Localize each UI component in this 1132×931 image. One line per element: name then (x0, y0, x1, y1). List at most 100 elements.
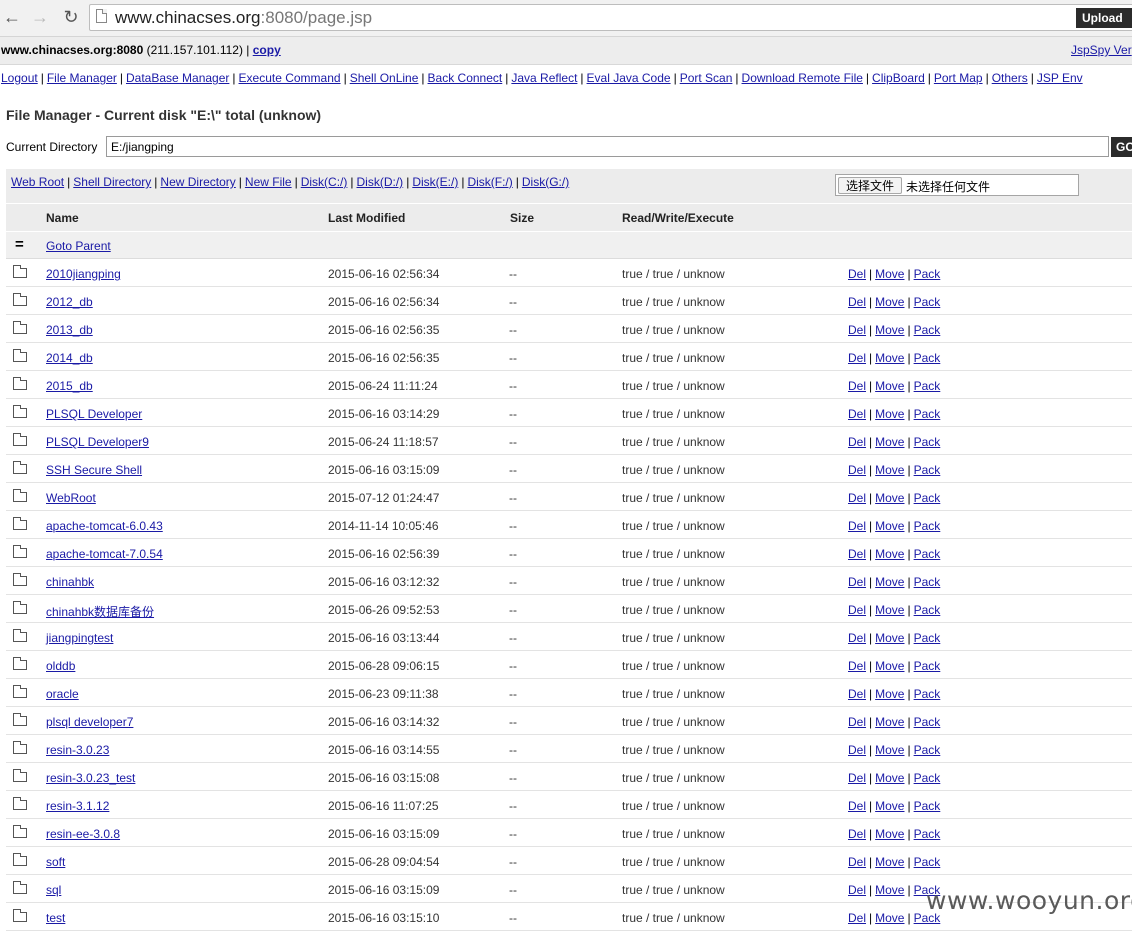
nav-link-clipboard[interactable]: ClipBoard (872, 71, 925, 85)
pack-link[interactable]: Pack (914, 575, 941, 589)
quick-link-disk-e[interactable]: Disk(E:/) (412, 175, 458, 189)
del-link[interactable]: Del (848, 799, 866, 813)
pack-link[interactable]: Pack (914, 351, 941, 365)
move-link[interactable]: Move (875, 575, 904, 589)
move-link[interactable]: Move (875, 659, 904, 673)
pack-link[interactable]: Pack (914, 491, 941, 505)
reload-icon[interactable]: ↻ (60, 6, 82, 28)
pack-link[interactable]: Pack (914, 463, 941, 477)
folder-name-link[interactable]: chinahbk数据库备份 (46, 603, 154, 620)
pack-link[interactable]: Pack (914, 687, 941, 701)
move-link[interactable]: Move (875, 855, 904, 869)
folder-name-link[interactable]: olddb (46, 659, 75, 673)
quick-link-disk-g[interactable]: Disk(G:/) (522, 175, 569, 189)
move-link[interactable]: Move (875, 743, 904, 757)
move-link[interactable]: Move (875, 351, 904, 365)
del-link[interactable]: Del (848, 771, 866, 785)
nav-link-port-scan[interactable]: Port Scan (680, 71, 733, 85)
move-link[interactable]: Move (875, 715, 904, 729)
pack-link[interactable]: Pack (914, 519, 941, 533)
nav-link-file-manager[interactable]: File Manager (47, 71, 117, 85)
pack-link[interactable]: Pack (914, 715, 941, 729)
folder-name-link[interactable]: sql (46, 883, 61, 897)
pack-link[interactable]: Pack (914, 295, 941, 309)
move-link[interactable]: Move (875, 407, 904, 421)
nav-link-execute-command[interactable]: Execute Command (239, 71, 341, 85)
folder-name-link[interactable]: PLSQL Developer (46, 407, 142, 421)
folder-name-link[interactable]: resin-ee-3.0.8 (46, 827, 120, 841)
url-text[interactable]: www.chinacses.org:8080/page.jsp (115, 8, 372, 28)
folder-name-link[interactable]: resin-3.0.23_test (46, 771, 135, 785)
jspspy-version-link[interactable]: JspSpy Ver (1071, 43, 1132, 57)
move-link[interactable]: Move (875, 687, 904, 701)
nav-link-download-remote-file[interactable]: Download Remote File (742, 71, 863, 85)
del-link[interactable]: Del (848, 631, 866, 645)
del-link[interactable]: Del (848, 407, 866, 421)
pack-link[interactable]: Pack (914, 379, 941, 393)
folder-name-link[interactable]: 2012_db (46, 295, 93, 309)
del-link[interactable]: Del (848, 519, 866, 533)
del-link[interactable]: Del (848, 715, 866, 729)
del-link[interactable]: Del (848, 435, 866, 449)
del-link[interactable]: Del (848, 855, 866, 869)
move-link[interactable]: Move (875, 771, 904, 785)
folder-name-link[interactable]: resin-3.0.23 (46, 743, 109, 757)
move-link[interactable]: Move (875, 827, 904, 841)
move-link[interactable]: Move (875, 911, 904, 925)
goto-parent-link[interactable]: Goto Parent (46, 239, 111, 253)
folder-name-link[interactable]: 2015_db (46, 379, 93, 393)
del-link[interactable]: Del (848, 883, 866, 897)
pack-link[interactable]: Pack (914, 855, 941, 869)
del-link[interactable]: Del (848, 911, 866, 925)
folder-name-link[interactable]: jiangpingtest (46, 631, 113, 645)
forward-arrow-icon[interactable]: → (29, 6, 51, 28)
folder-name-link[interactable]: PLSQL Developer9 (46, 435, 149, 449)
del-link[interactable]: Del (848, 267, 866, 281)
folder-name-link[interactable]: apache-tomcat-7.0.54 (46, 547, 163, 561)
del-link[interactable]: Del (848, 463, 866, 477)
pack-link[interactable]: Pack (914, 631, 941, 645)
pack-link[interactable]: Pack (914, 267, 941, 281)
move-link[interactable]: Move (875, 631, 904, 645)
folder-name-link[interactable]: WebRoot (46, 491, 96, 505)
del-link[interactable]: Del (848, 547, 866, 561)
move-link[interactable]: Move (875, 379, 904, 393)
pack-link[interactable]: Pack (914, 435, 941, 449)
quick-link-web-root[interactable]: Web Root (11, 175, 64, 189)
folder-name-link[interactable]: 2010jiangping (46, 267, 121, 281)
pack-link[interactable]: Pack (914, 603, 941, 617)
folder-name-link[interactable]: test (46, 911, 65, 925)
pack-link[interactable]: Pack (914, 547, 941, 561)
address-bar[interactable]: www.chinacses.org:8080/page.jsp (89, 4, 1132, 31)
folder-name-link[interactable]: chinahbk (46, 575, 94, 589)
nav-link-port-map[interactable]: Port Map (934, 71, 983, 85)
del-link[interactable]: Del (848, 603, 866, 617)
del-link[interactable]: Del (848, 323, 866, 337)
move-link[interactable]: Move (875, 519, 904, 533)
del-link[interactable]: Del (848, 743, 866, 757)
nav-link-java-reflect[interactable]: Java Reflect (511, 71, 577, 85)
upload-button[interactable]: Upload (1076, 8, 1132, 28)
pack-link[interactable]: Pack (914, 743, 941, 757)
nav-link-others[interactable]: Others (992, 71, 1028, 85)
del-link[interactable]: Del (848, 687, 866, 701)
move-link[interactable]: Move (875, 323, 904, 337)
nav-link-back-connect[interactable]: Back Connect (428, 71, 503, 85)
back-arrow-icon[interactable]: ← (1, 6, 23, 28)
folder-name-link[interactable]: soft (46, 855, 65, 869)
pack-link[interactable]: Pack (914, 323, 941, 337)
copy-link[interactable]: copy (253, 43, 281, 57)
go-button[interactable]: GO (1111, 137, 1132, 157)
folder-name-link[interactable]: apache-tomcat-6.0.43 (46, 519, 163, 533)
quick-link-disk-d[interactable]: Disk(D:/) (357, 175, 404, 189)
quick-link-new-directory[interactable]: New Directory (160, 175, 235, 189)
nav-link-jsp-env[interactable]: JSP Env (1037, 71, 1083, 85)
del-link[interactable]: Del (848, 295, 866, 309)
nav-link-shell-online[interactable]: Shell OnLine (350, 71, 419, 85)
pack-link[interactable]: Pack (914, 771, 941, 785)
nav-link-database-manager[interactable]: DataBase Manager (126, 71, 229, 85)
move-link[interactable]: Move (875, 603, 904, 617)
pack-link[interactable]: Pack (914, 827, 941, 841)
choose-file-button[interactable]: 选择文件 (838, 177, 902, 194)
del-link[interactable]: Del (848, 351, 866, 365)
